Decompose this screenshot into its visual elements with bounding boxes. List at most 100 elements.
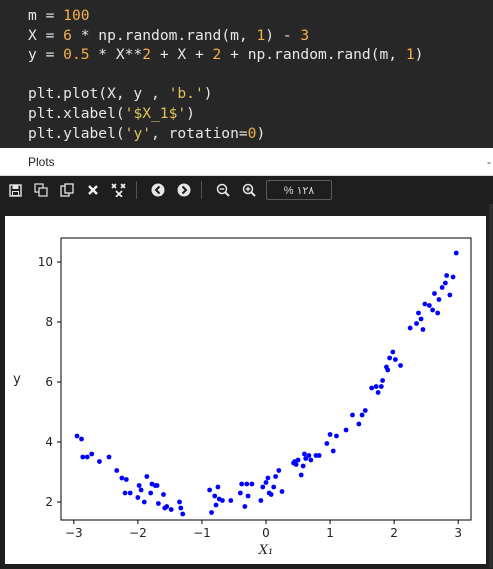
data-point xyxy=(154,483,160,488)
toolbar-separator xyxy=(201,181,202,199)
x-tick-label: 0 xyxy=(262,526,270,540)
x-tick-label: 3 xyxy=(454,526,462,540)
data-point xyxy=(249,481,255,487)
data-point xyxy=(155,501,161,506)
data-point xyxy=(369,385,375,391)
data-point xyxy=(273,474,279,479)
code-token: y = xyxy=(28,46,64,64)
save-all-icon[interactable] xyxy=(30,179,52,201)
data-point xyxy=(245,493,251,499)
code-token: 100 xyxy=(63,7,90,24)
data-point xyxy=(97,459,102,464)
zoom-level-field[interactable]: ١٢٨ % xyxy=(266,180,332,200)
code-token: * np.random.rand(m, xyxy=(71,26,257,44)
data-point xyxy=(398,363,403,368)
back-icon[interactable] xyxy=(147,179,169,201)
plot-canvas: −3 −2 −1 0 1 2 3 2 4 6 8 10 X₁ y xyxy=(0,204,493,568)
data-point xyxy=(432,291,437,296)
code-token: ) - xyxy=(265,26,301,44)
data-point xyxy=(263,480,269,485)
data-point xyxy=(435,310,441,316)
data-point xyxy=(161,492,166,497)
data-point xyxy=(436,297,442,302)
data-point xyxy=(416,310,421,316)
data-point xyxy=(444,273,450,278)
code-line: y = 0.5 * X**2 + X + 2 + np.random.rand(… xyxy=(28,45,493,65)
y-tick-label: 8 xyxy=(45,315,53,329)
plots-panel-header: Plots - xyxy=(0,148,493,176)
data-point xyxy=(89,451,95,457)
x-tick-label: −3 xyxy=(65,526,83,540)
data-point xyxy=(207,487,213,493)
data-point xyxy=(308,457,314,463)
data-point xyxy=(215,484,221,490)
data-point xyxy=(378,384,384,389)
code-token: + X + xyxy=(151,46,213,64)
data-point xyxy=(380,378,385,383)
data-point xyxy=(123,477,129,482)
data-point xyxy=(362,408,368,413)
x-tick-label: 2 xyxy=(390,526,398,540)
data-point xyxy=(330,448,336,454)
data-point xyxy=(350,412,355,418)
data-point xyxy=(164,504,170,509)
code-token: plt.xlabel( xyxy=(28,104,125,122)
data-point xyxy=(420,327,426,332)
data-point xyxy=(271,484,277,490)
data-point xyxy=(148,490,154,496)
plots-panel-title: Plots xyxy=(28,155,55,169)
code-line: plt.xlabel('$X_1$') xyxy=(28,104,493,124)
data-point xyxy=(430,307,435,313)
zoom-in-icon[interactable] xyxy=(238,179,260,201)
data-point xyxy=(356,421,362,427)
data-point xyxy=(178,505,184,511)
code-token: X = xyxy=(28,26,64,44)
data-point xyxy=(265,475,271,481)
data-point xyxy=(138,487,144,493)
code-cell[interactable]: m = 100 X = 6 * np.random.rand(m, 1) - 3y… xyxy=(0,0,493,148)
save-icon[interactable] xyxy=(4,179,26,201)
data-point xyxy=(453,250,459,256)
data-point xyxy=(258,498,264,503)
data-point xyxy=(316,453,322,458)
x-tick-label: −2 xyxy=(129,526,147,540)
code-line: plt.plot(X, y , 'b.') xyxy=(28,84,493,104)
zoom-out-icon[interactable] xyxy=(212,179,234,201)
data-point xyxy=(375,390,381,395)
data-point xyxy=(324,441,330,446)
copy-icon[interactable] xyxy=(56,179,78,201)
data-point xyxy=(79,436,84,442)
close-icon[interactable] xyxy=(82,179,104,201)
close-all-icon[interactable] xyxy=(108,179,130,201)
code-line: plt.ylabel('y', rotation=0) xyxy=(28,124,493,144)
data-point xyxy=(279,489,285,494)
data-point xyxy=(393,357,398,362)
data-point xyxy=(74,433,80,439)
code-token: 1 xyxy=(256,26,266,44)
y-tick-label: 6 xyxy=(45,375,53,389)
panel-minimize-control[interactable]: - xyxy=(487,155,491,169)
forward-icon[interactable] xyxy=(173,179,195,201)
data-point xyxy=(306,453,312,458)
x-axis-label: X₁ xyxy=(258,543,273,558)
code-line: m = 100 xyxy=(28,6,493,26)
data-point xyxy=(300,463,306,469)
data-point xyxy=(127,490,133,496)
data-point xyxy=(177,499,182,505)
data-point xyxy=(136,483,142,488)
code-token: 0.5 xyxy=(63,46,90,64)
data-point xyxy=(228,498,234,503)
data-point xyxy=(135,495,141,500)
code-token: plt.plot(X, y , xyxy=(28,85,169,103)
y-tick-label: 2 xyxy=(45,495,53,509)
y-tick-label: 10 xyxy=(38,255,53,269)
data-point xyxy=(373,384,379,389)
data-point xyxy=(242,504,248,509)
code-token: 6 xyxy=(63,26,72,44)
toolbar-separator xyxy=(136,181,137,199)
data-point xyxy=(239,481,245,487)
data-point xyxy=(327,432,333,437)
scrollbar[interactable] xyxy=(489,204,493,568)
code-line: X = 6 * np.random.rand(m, 1) - 3 xyxy=(28,26,493,46)
data-point xyxy=(387,355,393,361)
